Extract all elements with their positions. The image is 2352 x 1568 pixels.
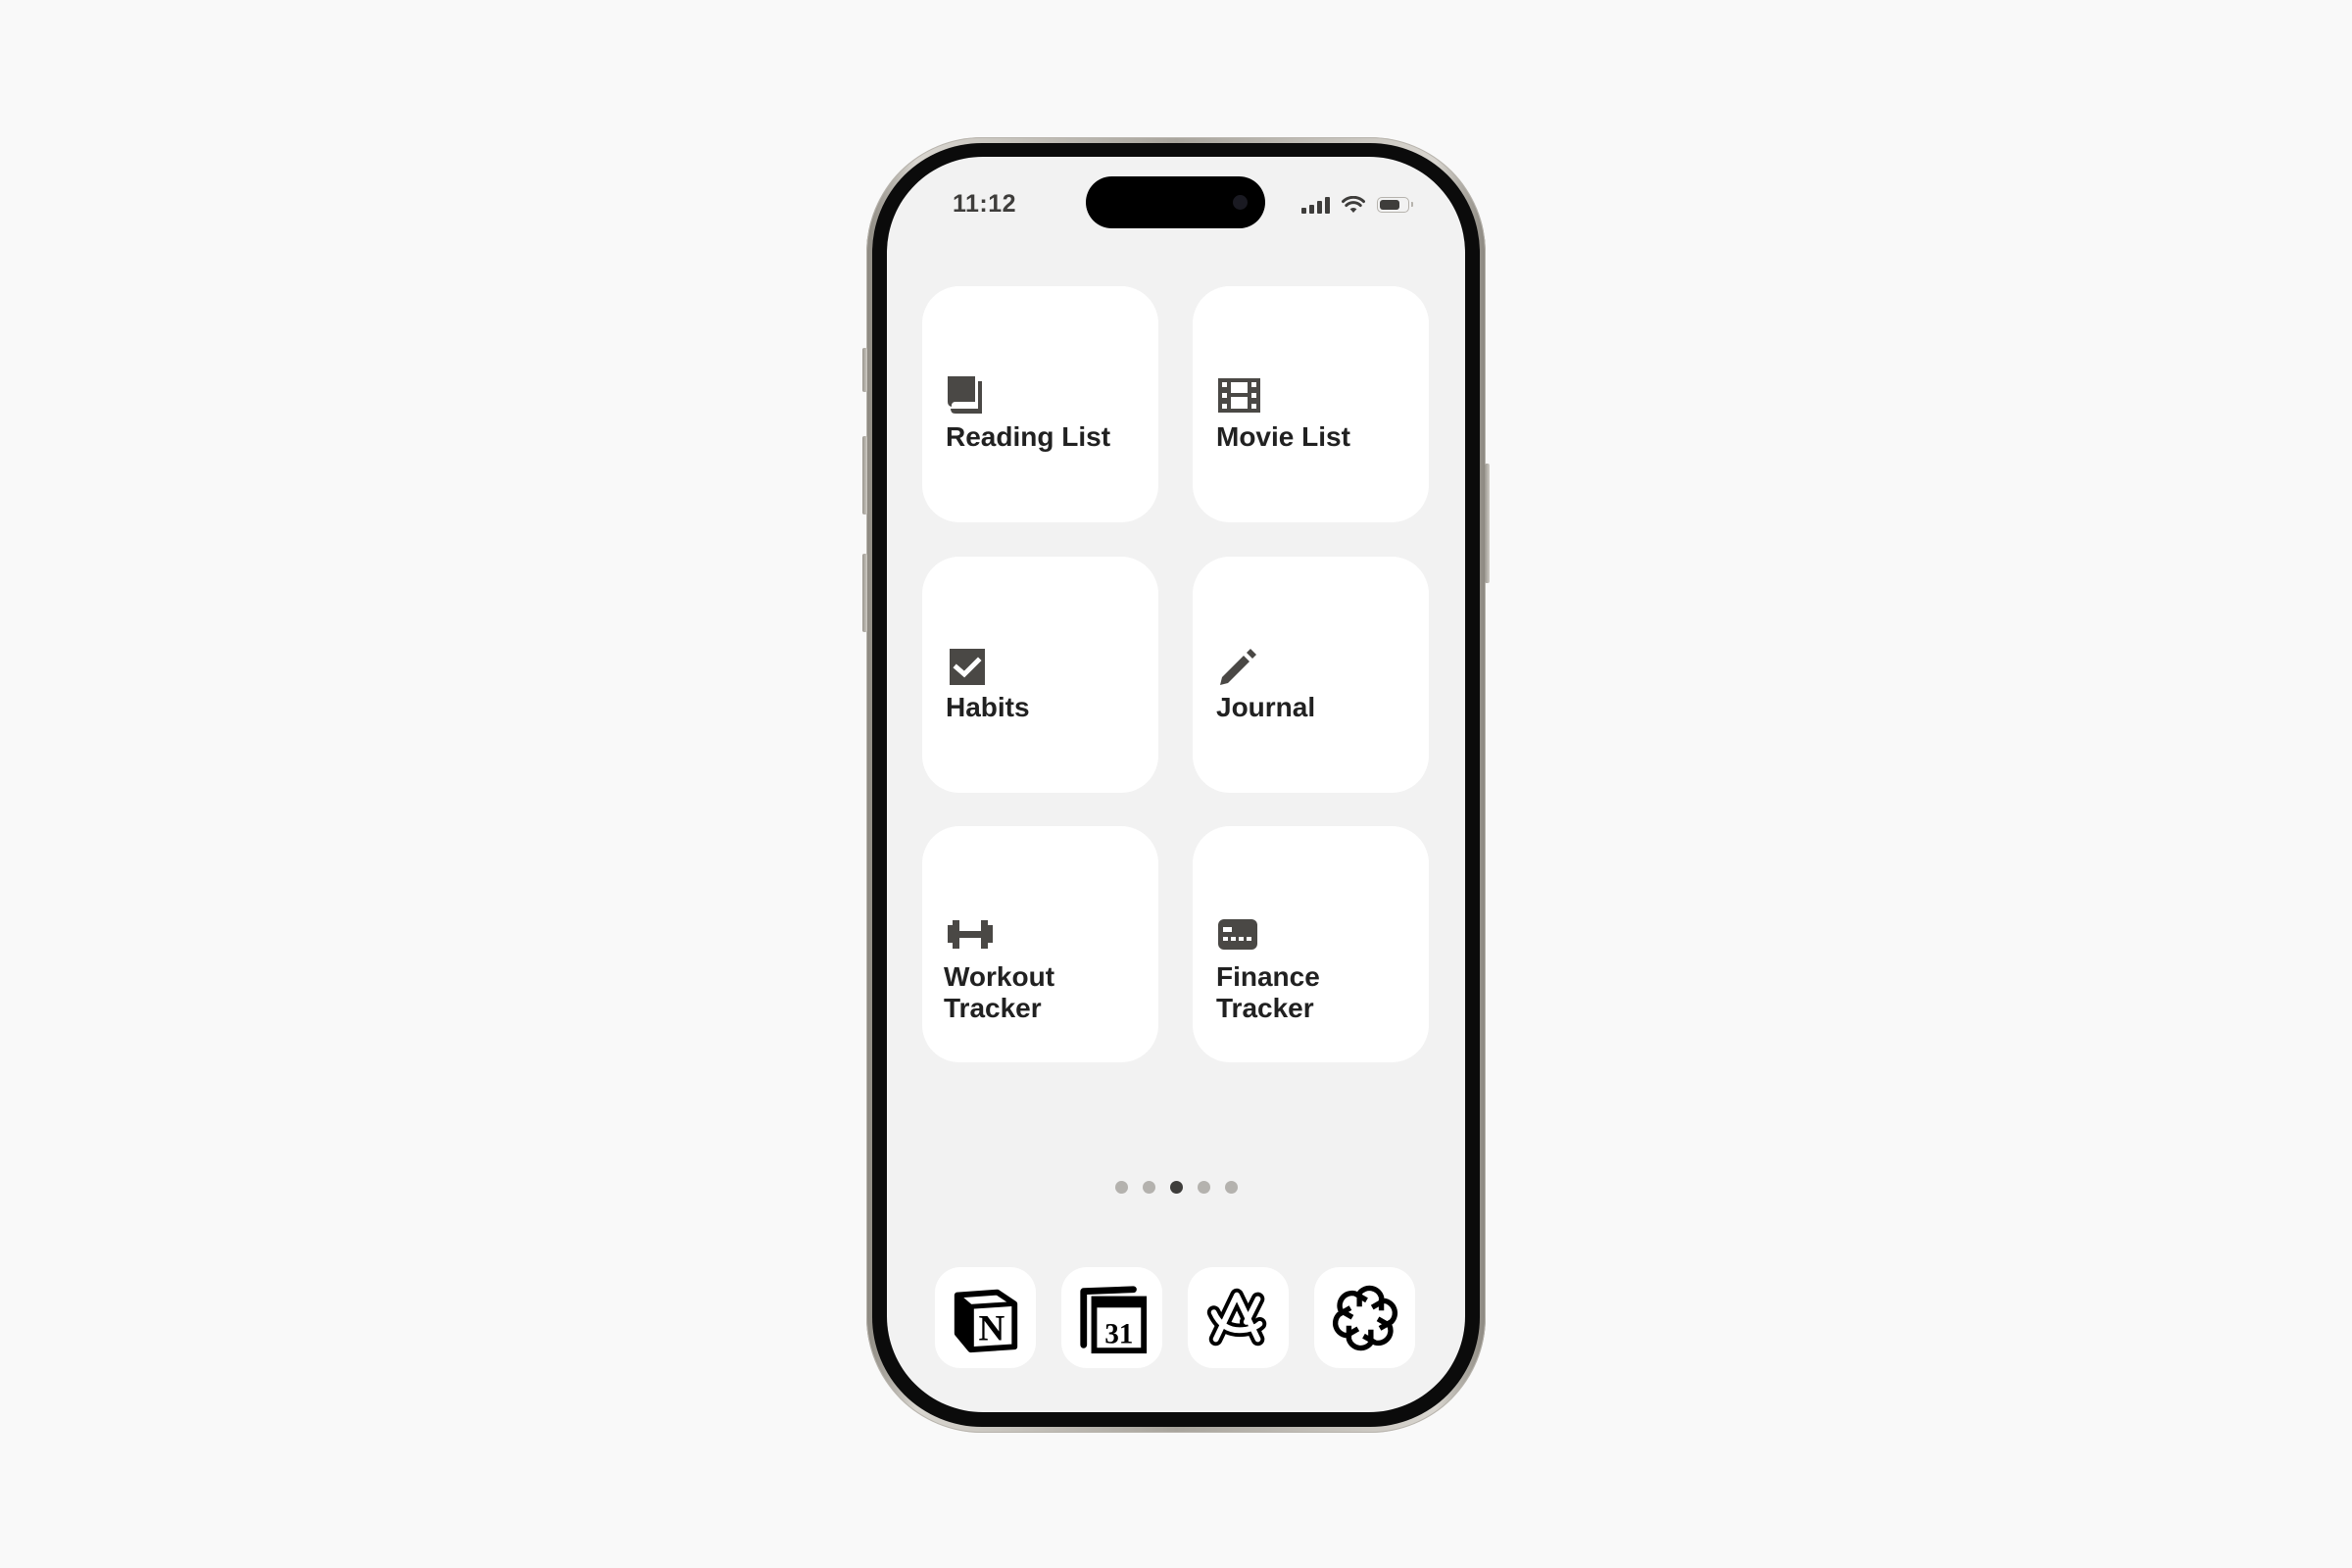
widget-label: Habits <box>946 692 1030 722</box>
volume-down-button[interactable] <box>862 554 867 632</box>
power-button[interactable] <box>1485 464 1490 583</box>
widget-movie-list[interactable]: Movie List <box>1193 286 1429 522</box>
widget-reading-list[interactable]: Reading List <box>922 286 1158 522</box>
dock-app-arc[interactable] <box>1188 1267 1289 1368</box>
cellular-signal-icon <box>1301 197 1330 214</box>
action-button[interactable] <box>862 348 867 392</box>
page-dot[interactable] <box>1114 1181 1128 1194</box>
notion-icon: N <box>954 1289 1017 1352</box>
checkbox-icon <box>950 649 985 685</box>
widget-label: Finance Tracker <box>1216 961 1320 1023</box>
svg-text:N: N <box>978 1308 1004 1348</box>
widget-finance-tracker[interactable]: Finance Tracker <box>1193 826 1429 1062</box>
dock-app-notion[interactable]: N <box>935 1267 1036 1368</box>
widget-label: Workout Tracker <box>944 961 1055 1023</box>
page-dot[interactable] <box>1197 1181 1210 1194</box>
dock-app-chatgpt[interactable] <box>1314 1267 1415 1368</box>
calendar-31-icon: 31 <box>1079 1285 1147 1353</box>
home-screen: 11:12 Reading List Movie List Habits Jou… <box>887 157 1465 1412</box>
battery-icon <box>1377 197 1413 213</box>
page-dot[interactable] <box>1142 1181 1155 1194</box>
widget-label: Reading List <box>946 421 1111 452</box>
credit-card-icon <box>1218 919 1257 950</box>
arc-icon <box>1206 1288 1266 1346</box>
page-indicator[interactable] <box>887 1181 1465 1194</box>
page-dot[interactable] <box>1169 1181 1183 1194</box>
widget-label: Movie List <box>1216 421 1350 452</box>
status-icons <box>1301 194 1413 214</box>
widget-journal[interactable]: Journal <box>1193 557 1429 793</box>
chatgpt-icon <box>1327 1285 1403 1356</box>
dynamic-island <box>1086 176 1265 228</box>
widget-label: Journal <box>1216 692 1316 722</box>
wifi-icon <box>1342 196 1365 213</box>
volume-up-button[interactable] <box>862 436 867 514</box>
dumbbell-icon <box>948 920 993 949</box>
pencil-icon <box>1220 649 1256 685</box>
page-dot[interactable] <box>1224 1181 1238 1194</box>
svg-text:31: 31 <box>1104 1318 1133 1349</box>
dock-app-notion-calendar[interactable]: 31 <box>1061 1267 1162 1368</box>
status-time: 11:12 <box>953 190 1017 218</box>
book-icon <box>948 376 982 414</box>
widget-workout-tracker[interactable]: Workout Tracker <box>922 826 1158 1062</box>
film-icon <box>1218 378 1260 413</box>
camera-icon <box>1233 195 1248 210</box>
widget-habits[interactable]: Habits <box>922 557 1158 793</box>
